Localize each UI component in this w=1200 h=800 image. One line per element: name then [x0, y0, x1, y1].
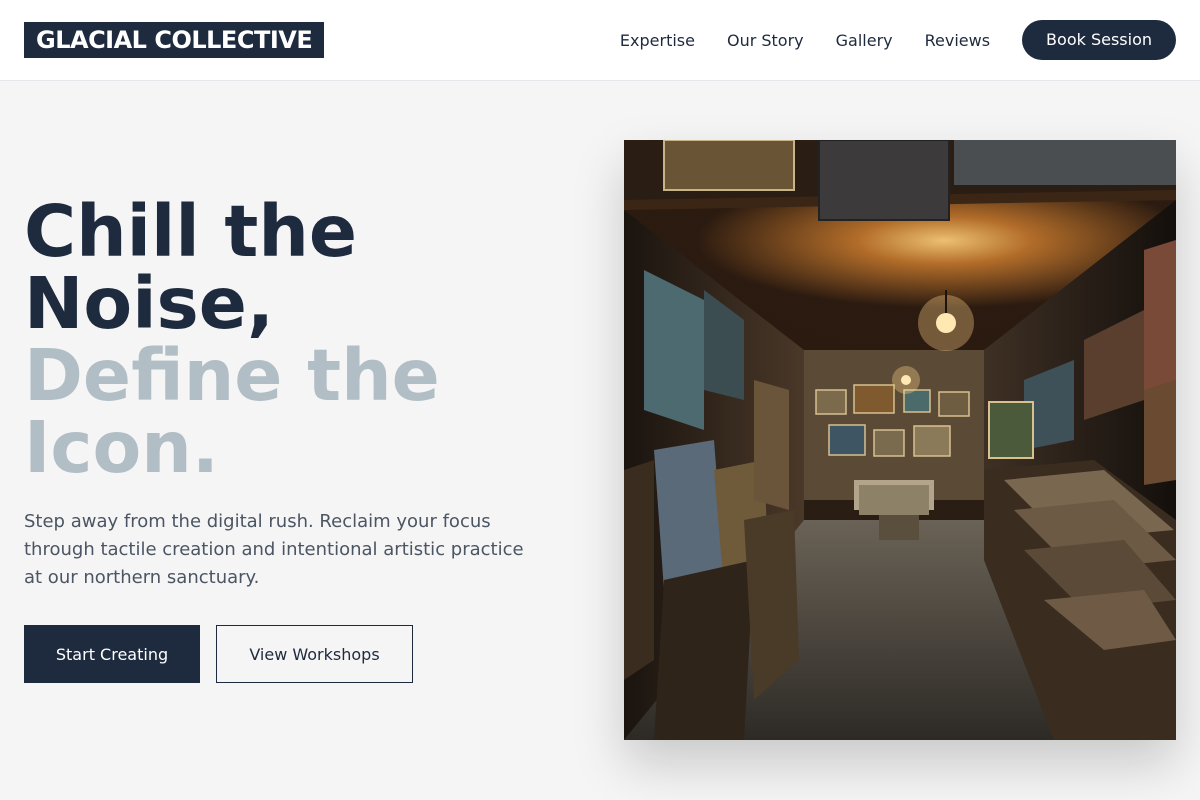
nav-link-our-story[interactable]: Our Story: [727, 31, 804, 50]
hero-title-line-1: Chill the: [24, 190, 358, 273]
nav-link-expertise[interactable]: Expertise: [620, 31, 695, 50]
gallery-photo: [624, 140, 1176, 740]
hero-title-line-3: Define the: [24, 334, 440, 417]
hero-title-line-4: Icon.: [24, 406, 219, 489]
top-navbar: GLACIAL COLLECTIVE Expertise Our Story G…: [0, 0, 1200, 81]
art-studio-illustration: [624, 140, 1176, 740]
nav-link-gallery[interactable]: Gallery: [836, 31, 893, 50]
hero-title-line-2: Noise,: [24, 262, 274, 345]
hero-title: Chill the Noise, Define the Icon.: [24, 196, 440, 484]
nav-link-reviews[interactable]: Reviews: [925, 31, 990, 50]
view-workshops-button[interactable]: View Workshops: [216, 625, 413, 683]
main-nav: Expertise Our Story Gallery Reviews Book…: [620, 20, 1176, 60]
hero-subtitle: Step away from the digital rush. Reclaim…: [24, 511, 524, 588]
book-session-button[interactable]: Book Session: [1022, 20, 1176, 60]
brand-logo[interactable]: GLACIAL COLLECTIVE: [24, 22, 325, 58]
start-creating-button[interactable]: Start Creating: [24, 625, 200, 683]
